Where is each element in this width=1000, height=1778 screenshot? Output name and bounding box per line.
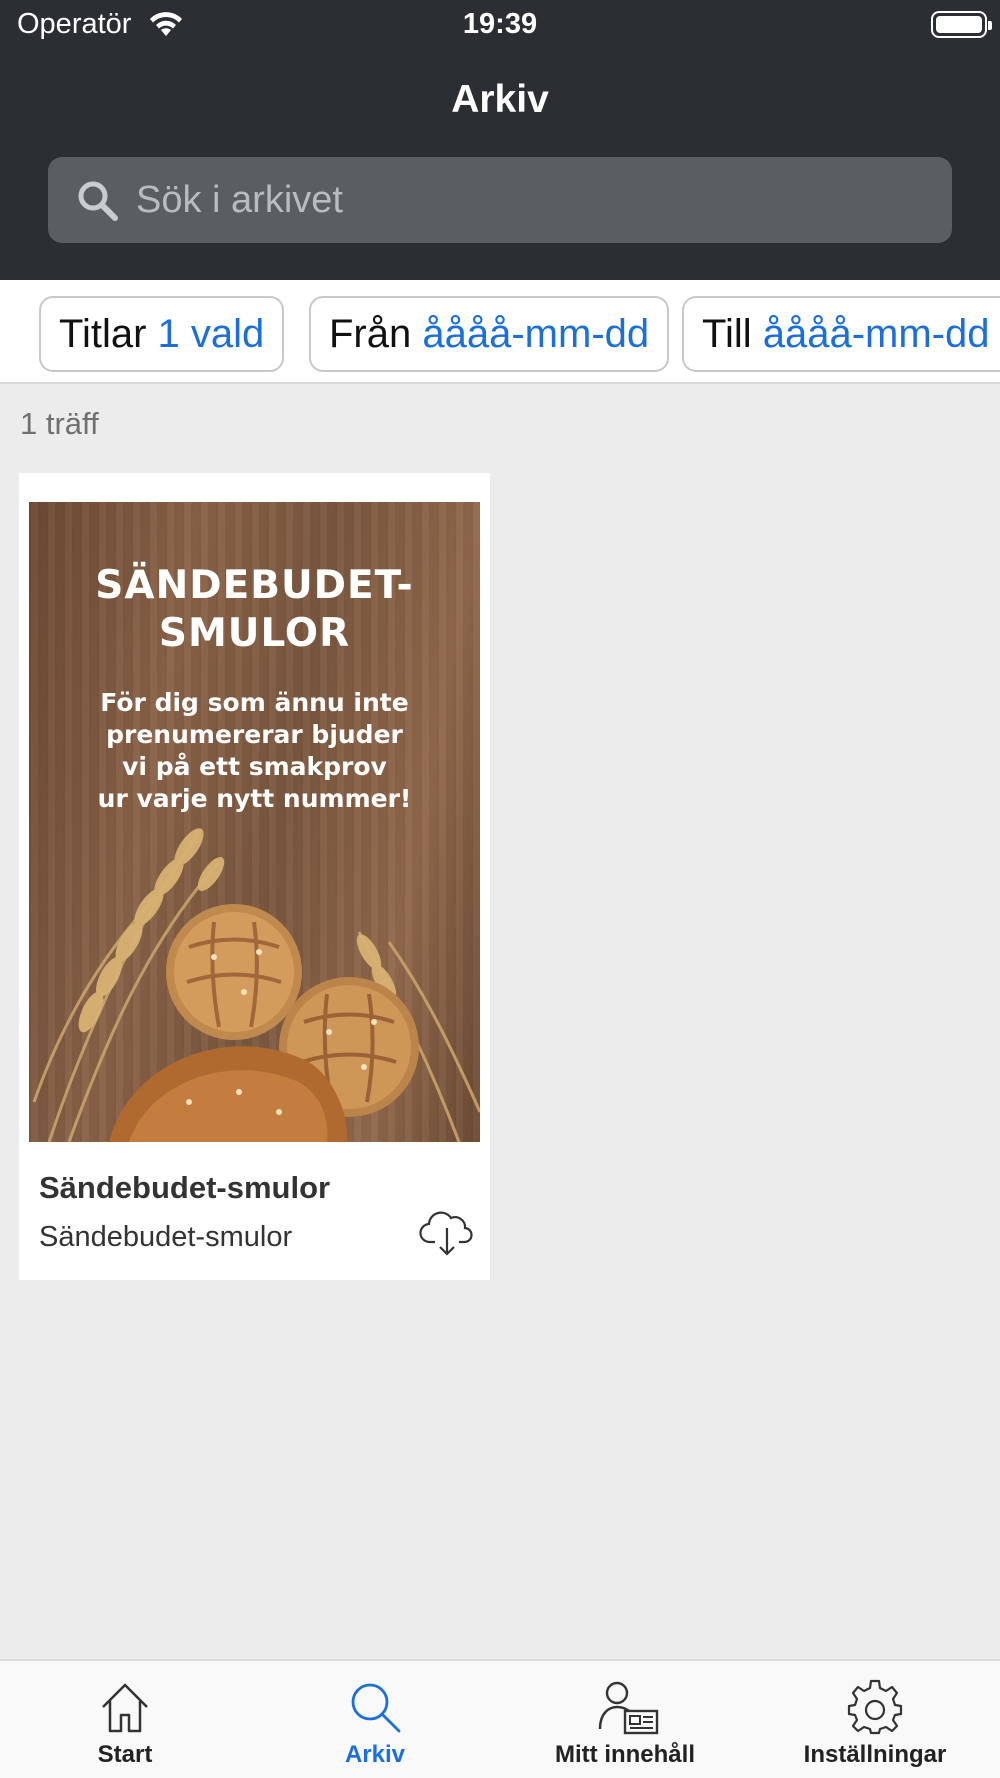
filter-chip-to-date[interactable]: Till åååå-mm-dd — [682, 296, 1000, 372]
status-bar: Operatör 19:39 — [0, 0, 1000, 52]
filter-chip-titles[interactable]: Titlar 1 vald — [39, 296, 285, 372]
filter-chip-label: Till — [702, 312, 752, 356]
battery-icon — [931, 11, 992, 38]
issue-subtitle: Sändebudet-smulor — [39, 1221, 293, 1253]
issue-cover-image[interactable]: SÄNDEBUDET- SMULOR För dig som ännu inte… — [29, 502, 480, 1142]
tab-label: Inställningar — [803, 1741, 947, 1768]
search-input[interactable] — [136, 157, 926, 243]
search-icon — [351, 1683, 401, 1733]
cloud-download-icon[interactable] — [419, 1206, 475, 1258]
tab-start[interactable]: Start — [0, 1661, 250, 1778]
cover-headline: SÄNDEBUDET- SMULOR — [95, 563, 414, 656]
tab-mitt-innehall[interactable]: Mitt innehåll — [500, 1661, 750, 1778]
filter-chip-label: Titlar — [59, 312, 147, 356]
filter-chip-from-date[interactable]: Från åååå-mm-dd — [309, 296, 670, 372]
results-count: 1 träff — [20, 406, 99, 441]
filter-chip-value: åååå-mm-dd — [762, 312, 990, 356]
tab-arkiv[interactable]: Arkiv — [250, 1661, 500, 1778]
tab-label: Start — [97, 1741, 153, 1768]
cover-tagline: För dig som ännu inte prenumererar bjude… — [97, 688, 412, 813]
tab-label: Arkiv — [344, 1741, 406, 1768]
search-icon — [76, 179, 120, 228]
archive-item-card[interactable]: SÄNDEBUDET- SMULOR För dig som ännu inte… — [19, 473, 490, 1280]
tab-label: Mitt innehåll — [555, 1741, 695, 1768]
filter-chip-value: 1 vald — [157, 312, 265, 356]
home-icon — [102, 1683, 148, 1733]
status-time: 19:39 — [462, 8, 538, 40]
filter-chip-label: Från — [329, 312, 412, 356]
user-newspaper-icon — [598, 1681, 659, 1735]
page-title: Arkiv — [451, 78, 549, 121]
gear-icon — [847, 1679, 903, 1735]
issue-title: Sändebudet-smulor — [39, 1170, 331, 1205]
tab-bar: Start Arkiv Mitt innehåll Inställningar — [0, 1659, 1000, 1778]
search-bar[interactable] — [48, 157, 952, 243]
tab-installningar[interactable]: Inställningar — [750, 1661, 1000, 1778]
filter-bar: Titlar 1 vald Från åååå-mm-dd Till åååå-… — [0, 280, 1000, 384]
filter-chip-value: åååå-mm-dd — [422, 312, 650, 356]
app-header: Operatör 19:39 Arkiv — [0, 0, 1000, 280]
